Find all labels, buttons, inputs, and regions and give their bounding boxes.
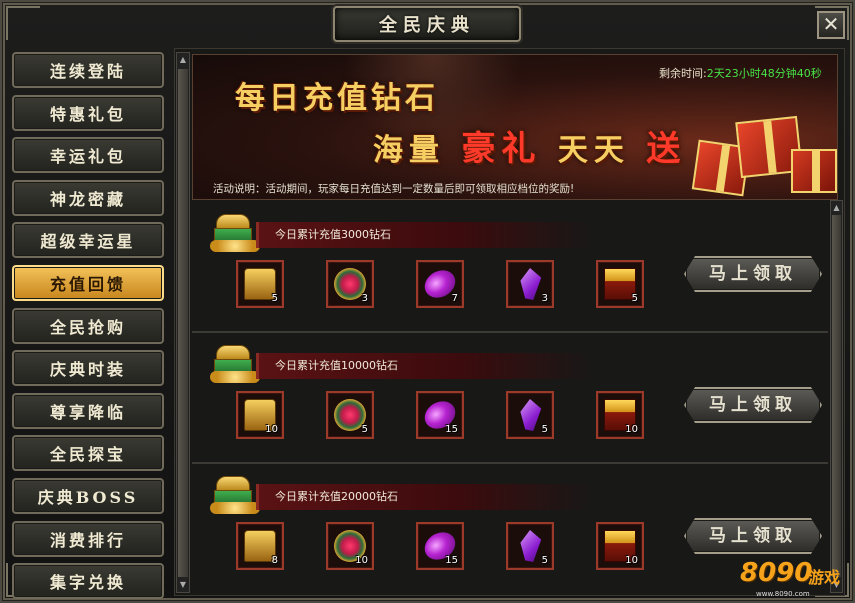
- gold-chest-icon: [210, 214, 260, 252]
- sidebar-item-label: 尊享降临: [49, 402, 126, 422]
- item-count: 5: [361, 424, 368, 435]
- scroll-up-icon[interactable]: ▲: [831, 202, 842, 214]
- remaining-time-value: 2天23小时48分钟40秒: [706, 67, 822, 80]
- sidebar-item-label: 庆典BOSS: [37, 487, 139, 507]
- divider: [192, 462, 828, 464]
- sidebar-item-fashion[interactable]: 庆典时装: [12, 350, 164, 387]
- banner-text: 海量: [373, 133, 445, 168]
- item-count: 7: [451, 293, 458, 304]
- banner-subheadline: 海量 豪礼 天天 送: [373, 121, 686, 170]
- reward-item[interactable]: 3: [506, 260, 554, 308]
- item-count: 10: [265, 424, 278, 435]
- banner-highlight: 豪礼: [461, 129, 542, 169]
- item-count: 5: [631, 293, 638, 304]
- reward-tier: 今日累计充值20000钻石 8 10 15 5 10 马上领取: [192, 462, 828, 594]
- reward-item[interactable]: 10: [596, 522, 644, 570]
- scroll-down-icon[interactable]: ▼: [178, 579, 188, 591]
- item-count: 3: [541, 293, 548, 304]
- claim-button[interactable]: 马上领取: [684, 387, 822, 423]
- banner-text: 天天: [557, 133, 630, 168]
- item-count: 5: [541, 424, 548, 435]
- sidebar-item-word-exchange[interactable]: 集字兑换: [12, 563, 164, 600]
- sidebar-item-recharge-reward[interactable]: 充值回馈: [12, 264, 164, 301]
- window-title: 全民庆典: [379, 15, 475, 36]
- item-count: 15: [445, 555, 458, 566]
- scrollbar-thumb[interactable]: [178, 69, 188, 577]
- reward-item[interactable]: 10: [326, 522, 374, 570]
- item-count: 3: [361, 293, 368, 304]
- sidebar-item-label: 充值回馈: [49, 274, 126, 294]
- event-banner: 每日充值钻石 海量 豪礼 天天 送 剩余时间:2天23小时48分钟40秒 活动说…: [192, 54, 838, 200]
- item-count: 5: [541, 555, 548, 566]
- sidebar-item-super-lucky-star[interactable]: 超级幸运星: [12, 222, 164, 259]
- sidebar-item-label: 集字兑换: [49, 573, 126, 593]
- tier-title: 今日累计充值3000钻石: [256, 222, 592, 248]
- close-icon: ✕: [822, 12, 840, 36]
- sidebar-item-label: 特惠礼包: [49, 104, 126, 124]
- item-count: 15: [445, 424, 458, 435]
- sidebar-item-label: 庆典时装: [49, 360, 126, 380]
- sidebar-item-label: 超级幸运星: [40, 232, 136, 252]
- item-count: 10: [625, 424, 638, 435]
- gift-box-icon: [791, 149, 837, 193]
- sidebar-item-label: 神龙密藏: [49, 189, 126, 209]
- sidebar-item-consecutive-login[interactable]: 连续登陆: [12, 52, 164, 88]
- sidebar-item-special-pack[interactable]: 特惠礼包: [12, 94, 164, 131]
- close-button[interactable]: ✕: [817, 11, 845, 39]
- item-count: 10: [355, 555, 368, 566]
- window-title-plate: 全民庆典: [333, 6, 521, 42]
- tier-title: 今日累计充值20000钻石: [256, 484, 592, 510]
- remaining-time-label: 剩余时间:: [659, 67, 707, 80]
- item-count: 8: [271, 555, 278, 566]
- sidebar-item-label: 连续登陆: [49, 62, 126, 81]
- watermark-number: 8090: [740, 558, 813, 588]
- sidebar-item-label: 消费排行: [49, 530, 126, 550]
- sidebar-item-boss[interactable]: 庆典BOSS: [12, 477, 164, 514]
- frame-corner: [6, 6, 40, 40]
- banner-highlight: 送: [646, 129, 687, 169]
- scroll-up-icon[interactable]: ▲: [178, 54, 188, 66]
- gold-chest-icon: [210, 476, 260, 514]
- reward-item[interactable]: 10: [236, 391, 284, 439]
- rewards-scrollbar[interactable]: ▲ ▼: [830, 200, 843, 593]
- remaining-time: 剩余时间:2天23小时48分钟40秒: [659, 65, 822, 81]
- sidebar-item-vip[interactable]: 尊享降临: [12, 392, 164, 429]
- reward-item[interactable]: 5: [236, 260, 284, 308]
- reward-item[interactable]: 5: [506, 522, 554, 570]
- scrollbar-thumb[interactable]: [832, 215, 841, 577]
- divider: [192, 331, 828, 333]
- reward-item[interactable]: 5: [326, 391, 374, 439]
- content-scrollbar[interactable]: ▲ ▼: [176, 52, 190, 593]
- item-count: 5: [271, 293, 278, 304]
- item-count: 10: [625, 555, 638, 566]
- reward-item[interactable]: 15: [416, 522, 464, 570]
- site-watermark-logo: 8090 游戏 www.8090.com: [740, 552, 852, 600]
- sidebar-item-label: 全民抢购: [49, 317, 126, 337]
- sidebar-item-label: 幸运礼包: [49, 147, 126, 167]
- claim-button[interactable]: 马上领取: [684, 256, 822, 292]
- gold-chest-icon: [210, 345, 260, 383]
- reward-item[interactable]: 15: [416, 391, 464, 439]
- reward-item[interactable]: 8: [236, 522, 284, 570]
- event-description: 活动说明：活动期间，玩家每日充值达到一定数量后即可领取相应档位的奖励!: [213, 183, 575, 195]
- sidebar: 连续登陆 特惠礼包 幸运礼包 神龙密藏 超级幸运星 充值回馈 全民抢购 庆典时装…: [12, 52, 166, 603]
- watermark-url: www.8090.com: [756, 590, 810, 598]
- sidebar-item-spending-rank[interactable]: 消费排行: [12, 520, 164, 557]
- reward-item[interactable]: 7: [416, 260, 464, 308]
- claim-button[interactable]: 马上领取: [684, 518, 822, 554]
- reward-item[interactable]: 3: [326, 260, 374, 308]
- tier-title: 今日累计充值10000钻石: [256, 353, 592, 379]
- reward-item[interactable]: 5: [596, 260, 644, 308]
- reward-tier: 今日累计充值10000钻石 10 5 15 5 10 马上领取: [192, 331, 828, 463]
- sidebar-item-label: 全民探宝: [49, 445, 126, 465]
- watermark-text: 游戏: [808, 568, 841, 587]
- reward-item[interactable]: 10: [596, 391, 644, 439]
- reward-item[interactable]: 5: [506, 391, 554, 439]
- sidebar-item-flash-sale[interactable]: 全民抢购: [12, 307, 164, 344]
- sidebar-item-dragon-treasure[interactable]: 神龙密藏: [12, 179, 164, 216]
- sidebar-item-treasure-hunt[interactable]: 全民探宝: [12, 435, 164, 472]
- banner-headline: 每日充值钻石: [235, 81, 439, 116]
- sidebar-item-lucky-pack[interactable]: 幸运礼包: [12, 137, 164, 174]
- reward-tier: 今日累计充值3000钻石 5 3 7 3 5 马上领取: [192, 204, 828, 332]
